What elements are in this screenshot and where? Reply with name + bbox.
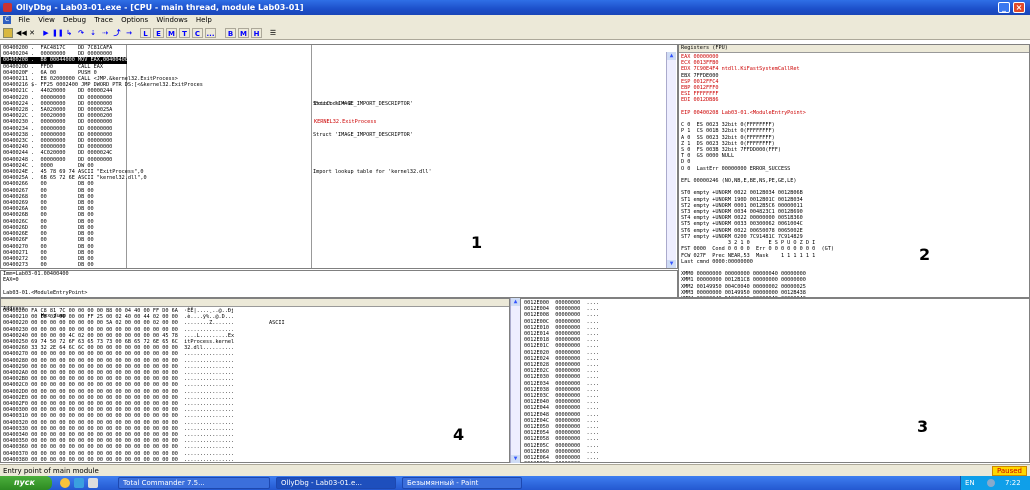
stack-scroll-up-arrow[interactable]: ▲ xyxy=(511,298,520,306)
executables-button[interactable]: E xyxy=(153,28,164,38)
close-button[interactable]: × xyxy=(1013,2,1025,13)
ollydbg-app-icon xyxy=(3,3,12,12)
menu-file[interactable]: File xyxy=(15,15,33,26)
registers-listing[interactable]: EAX 00000000 ECX 0013FFB0 EDX 7C90E4F4 n… xyxy=(681,54,834,297)
status-text: Entry point of main module xyxy=(3,467,99,475)
dump-header-ascii[interactable]: ASCII xyxy=(269,320,285,327)
menu-trace[interactable]: Trace xyxy=(91,15,116,26)
clock[interactable]: 7:22 xyxy=(1005,476,1021,490)
task-paint-label: Безымянный - Paint xyxy=(407,479,479,487)
trace-into-icon[interactable]: ⇣ xyxy=(88,28,98,38)
task-total-commander-label: Total Commander 7.5... xyxy=(123,479,205,487)
log-window-button[interactable]: L xyxy=(140,28,151,38)
step-over-icon[interactable]: ↷ xyxy=(76,28,86,38)
modules-m-button[interactable]: M xyxy=(238,28,249,38)
language-indicator[interactable]: EN xyxy=(965,479,975,487)
execute-till-return-icon[interactable]: ⤴ xyxy=(112,28,122,38)
go-to-icon[interactable]: → xyxy=(124,28,134,38)
disassembly-pane[interactable]: 00400200 . FAC4817C DD 7C81CAFA 00400204… xyxy=(0,44,678,269)
task-ollydbg-label: OllyDbg - Lab03-01.e... xyxy=(281,479,362,487)
volume-icon[interactable] xyxy=(987,479,995,487)
title-bar: OllyDbg - Lab03-01.exe - [CPU - main thr… xyxy=(0,0,1030,15)
start-button[interactable]: пуск xyxy=(0,476,52,490)
cpu-button[interactable]: C xyxy=(192,28,203,38)
hex-dump-listing[interactable]: 00400200 FA C8 81 7C 00 00 00 00 B8 00 0… xyxy=(3,308,234,462)
scroll-down-arrow[interactable]: ▼ xyxy=(667,260,676,268)
system-tray: EN 7:22 xyxy=(960,476,1030,490)
paused-badge: Paused xyxy=(991,466,1027,476)
task-total-commander[interactable]: Total Commander 7.5... xyxy=(118,477,270,489)
minimize-button[interactable]: _ xyxy=(998,2,1010,13)
step-into-icon[interactable]: ↳ xyxy=(64,28,74,38)
run-icon[interactable]: ▶ xyxy=(42,28,50,38)
memory-map-button[interactable]: M xyxy=(166,28,177,38)
hex-dump-pane[interactable]: Address Hex dump ASCII 00400200 FA C8 81… xyxy=(0,298,510,463)
quicklaunch-desktop-icon[interactable] xyxy=(88,478,98,488)
menu-help[interactable]: Help xyxy=(193,15,215,26)
list-options-icon[interactable]: ☰ xyxy=(268,28,278,38)
module-entry-line: Lab03-01.<ModuleEntryPoint> xyxy=(3,290,88,296)
trace-over-icon[interactable]: ⇢ xyxy=(100,28,110,38)
breakpoints-button[interactable]: B xyxy=(225,28,236,38)
restart-icon[interactable]: ◀◀ xyxy=(16,28,27,38)
disassembly-listing[interactable]: 00400200 . FAC4817C DD 7C81CAFA 00400204… xyxy=(3,45,203,268)
stack-scrollbar[interactable]: ▲ ▼ xyxy=(510,298,520,463)
struct-comments: Struct 'IMAGE_IMPORT_DESCRIPTOR' Struct … xyxy=(313,100,432,176)
threads-button[interactable]: T xyxy=(179,28,190,38)
menu-bar: C File View Debug Trace Options Windows … xyxy=(0,15,1030,26)
pane-number-3: 3 xyxy=(917,417,929,436)
pane-number-1: 1 xyxy=(471,233,483,252)
scroll-up-arrow[interactable]: ▲ xyxy=(667,52,676,60)
menu-view[interactable]: View xyxy=(35,15,58,26)
menu-options[interactable]: Options xyxy=(118,15,151,26)
menu-windows[interactable]: Windows xyxy=(153,15,190,26)
status-bar: Entry point of main module Paused xyxy=(0,464,1030,476)
open-icon[interactable] xyxy=(3,28,13,38)
info-pane: Imm=Lab03-01.00400400 EAX=0 Lab03-01.<Mo… xyxy=(0,270,678,298)
taskbar: пуск Total Commander 7.5... OllyDbg - La… xyxy=(0,476,1030,490)
close-debug-icon[interactable]: ✕ xyxy=(28,28,36,38)
pane-number-2: 2 xyxy=(919,245,931,264)
start-label: пуск xyxy=(14,478,35,487)
quicklaunch-icon[interactable] xyxy=(60,478,70,488)
task-paint[interactable]: Безымянный - Paint xyxy=(402,477,522,489)
stack-pane[interactable]: 0012E000 00000000 .... 0012E004 00000000… xyxy=(520,298,1030,463)
dump-header: Address Hex dump ASCII xyxy=(1,299,509,326)
registers-header: Registers (FPU) xyxy=(679,45,1029,53)
cpu-window-icon: C xyxy=(3,16,11,24)
quicklaunch-ie-icon[interactable] xyxy=(74,478,84,488)
stack-listing[interactable]: 0012E000 00000000 .... 0012E004 00000000… xyxy=(524,300,599,462)
more-button[interactable]: ... xyxy=(205,28,216,38)
info-text: Imm=Lab03-01.00400400 EAX=0 xyxy=(3,271,69,284)
handles-button[interactable]: H xyxy=(251,28,262,38)
pause-icon[interactable]: ❚❚ xyxy=(52,28,64,38)
window-title: OllyDbg - Lab03-01.exe - [CPU - main thr… xyxy=(16,3,304,12)
menu-debug[interactable]: Debug xyxy=(60,15,89,26)
disassembly-scrollbar[interactable]: ▲ ▼ xyxy=(666,52,676,268)
stack-scroll-down-arrow[interactable]: ▼ xyxy=(511,455,520,463)
toolbar: ◀◀ ✕ ▶ ❚❚ ↳ ↷ ⇣ ⇢ ⤴ → L E M T C ... B M … xyxy=(0,26,1030,40)
registers-pane[interactable]: Registers (FPU) EAX 00000000 ECX 0013FFB… xyxy=(678,44,1030,298)
pane-number-4: 4 xyxy=(453,425,465,444)
task-ollydbg[interactable]: OllyDbg - Lab03-01.e... xyxy=(276,477,396,489)
